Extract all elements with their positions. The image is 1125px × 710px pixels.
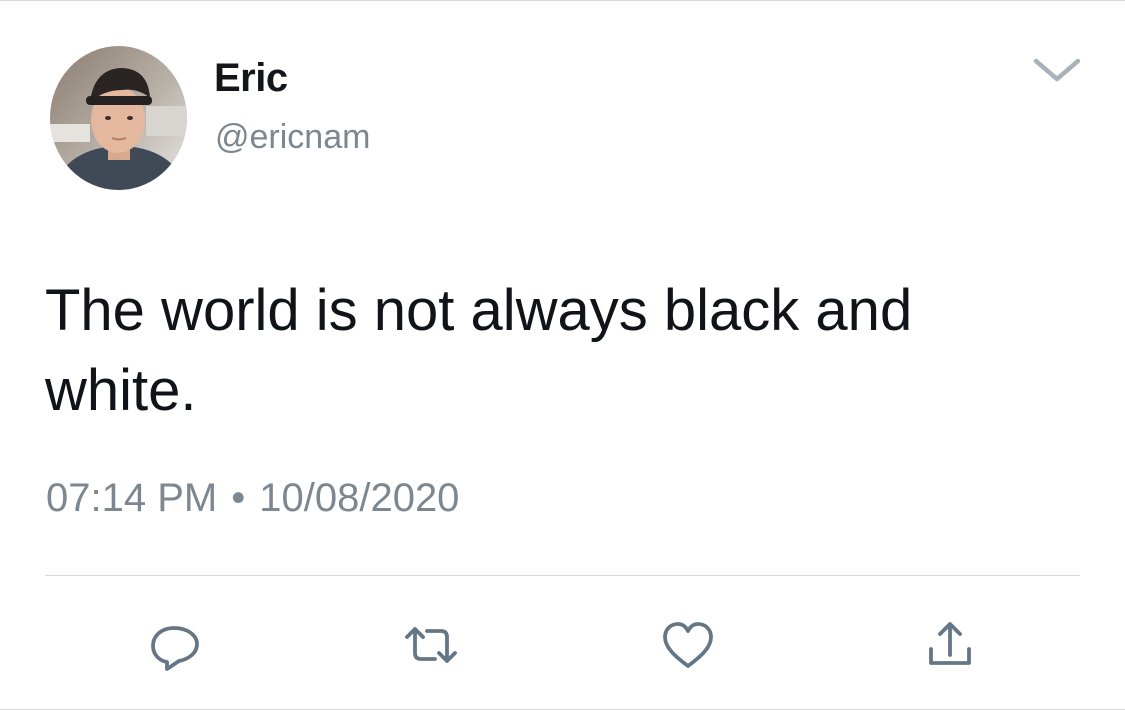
- avatar[interactable]: [50, 46, 187, 190]
- avatar-photo: [50, 46, 187, 190]
- tweet-timestamp[interactable]: 07:14 PM • 10/08/2020: [46, 476, 459, 521]
- retweet-button[interactable]: [401, 615, 461, 675]
- tweet-time: 07:14 PM: [46, 476, 218, 520]
- chevron-down-icon: [1033, 58, 1081, 82]
- reply-icon: [151, 626, 199, 671]
- tweet-date: 10/08/2020: [259, 476, 460, 520]
- heart-icon: [663, 622, 713, 668]
- tweet-text: The world is not always black and white.: [45, 278, 913, 423]
- author-handle[interactable]: @ericnam: [215, 118, 370, 157]
- timestamp-separator: •: [231, 476, 246, 520]
- share-icon: [929, 622, 971, 665]
- retweet-icon: [405, 627, 457, 663]
- reply-button[interactable]: [145, 615, 205, 675]
- like-button[interactable]: [658, 615, 718, 675]
- share-button[interactable]: [920, 615, 980, 675]
- tweet-menu-button[interactable]: [1030, 53, 1084, 87]
- author-display-name[interactable]: Eric: [214, 56, 288, 101]
- tweet-card: Eric @ericnam The world is not always bl…: [0, 0, 1125, 710]
- divider: [45, 575, 1080, 576]
